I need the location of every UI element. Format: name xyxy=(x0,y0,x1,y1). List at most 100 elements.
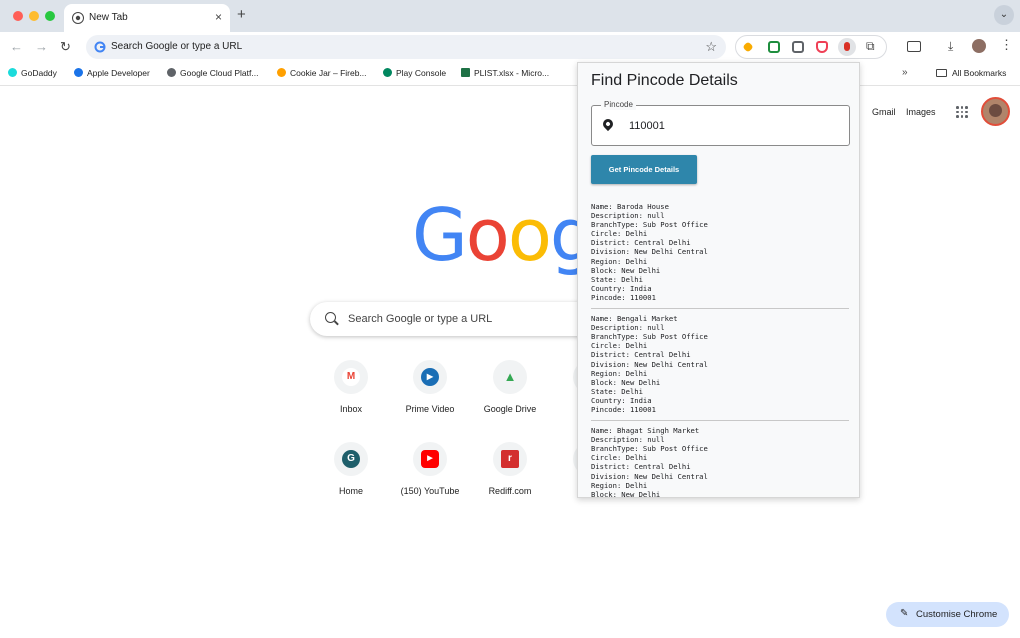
get-pincode-details-button[interactable]: Get Pincode Details xyxy=(591,155,697,184)
tab-close-icon[interactable]: × xyxy=(215,10,222,24)
rediff-icon: r xyxy=(501,450,519,468)
minimize-window-button[interactable] xyxy=(29,11,39,21)
reload-icon[interactable]: ↻ xyxy=(60,39,71,55)
tile-circle: ▲ xyxy=(493,360,527,394)
folder-icon xyxy=(936,69,947,77)
tile-circle: r xyxy=(493,442,527,476)
more-bookmarks-icon[interactable]: » xyxy=(902,67,908,78)
prime-video-icon: ▶ xyxy=(421,368,439,386)
result-line: Block: New Delhi xyxy=(591,489,661,498)
customise-label: Customise Chrome xyxy=(916,609,998,620)
result-line: District: Central Delhi xyxy=(591,238,691,248)
tile-circle: G xyxy=(334,442,368,476)
shortcut-home[interactable]: G Home xyxy=(311,442,391,496)
bookmark-star-icon[interactable]: ☆ xyxy=(705,39,717,55)
bookmark-item[interactable]: Google Cloud Platf... xyxy=(167,68,258,79)
result-line: Description: null xyxy=(591,323,665,333)
pincode-popup: Find Pincode Details Pincode 110001 Get … xyxy=(577,62,860,498)
tile-circle: ▶ xyxy=(413,360,447,394)
result-line: Circle: Delhi xyxy=(591,341,648,351)
apple-developer-icon xyxy=(74,68,83,77)
images-link[interactable]: Images xyxy=(906,107,936,117)
result-line: Pincode: 110001 xyxy=(591,404,656,414)
tab-search-icon[interactable]: ⌄ xyxy=(994,5,1014,25)
search-icon xyxy=(325,312,336,323)
omnibox[interactable]: Search Google or type a URL ☆ xyxy=(86,35,726,59)
result-line: Region: Delhi xyxy=(591,368,648,378)
shortcut-prime-video[interactable]: ▶ Prime Video xyxy=(390,360,470,414)
forward-icon[interactable]: → xyxy=(35,39,48,55)
shortcut-label: Rediff.com xyxy=(488,486,532,496)
bookmark-item[interactable]: Cookie Jar – Fireb... xyxy=(277,68,367,79)
result-line: Name: Bhagat Singh Market xyxy=(591,426,700,436)
gmail-icon: M xyxy=(342,368,360,386)
result-line: Block: New Delhi xyxy=(591,377,661,387)
bookmark-item[interactable]: GoDaddy xyxy=(8,68,57,79)
tab-new-tab[interactable]: New Tab × xyxy=(64,4,230,32)
pincode-input[interactable]: 110001 xyxy=(629,120,665,132)
result-line: Region: Delhi xyxy=(591,256,648,266)
tile-circle: M xyxy=(334,360,368,394)
result-line: Description: null xyxy=(591,211,665,221)
tab-strip: New Tab × + ⌄ xyxy=(0,0,1020,32)
customise-chrome-button[interactable]: ✎ Customise Chrome xyxy=(886,602,1009,627)
side-panel-icon[interactable] xyxy=(907,41,921,52)
bookmarks-bar: GoDaddy Apple Developer Google Cloud Pla… xyxy=(0,62,1020,86)
shortcut-label: Home xyxy=(338,486,363,496)
gmail-link[interactable]: Gmail xyxy=(872,107,896,117)
menu-dots-icon[interactable]: ⋮ xyxy=(1000,38,1013,52)
shortcut-inbox[interactable]: M Inbox xyxy=(311,360,391,414)
result-line: State: Delhi xyxy=(591,274,643,284)
google-logo-g: G xyxy=(412,193,468,277)
back-icon[interactable]: ← xyxy=(10,39,23,55)
result-line: BranchType: Sub Post Office xyxy=(591,444,708,454)
shortcut-label: Google Drive xyxy=(483,404,537,414)
shortcut-youtube[interactable]: ▶ (150) YouTube xyxy=(390,442,470,496)
extension-bookmark-icon[interactable] xyxy=(768,41,780,53)
search-placeholder: Search Google or type a URL xyxy=(348,313,493,325)
result-line: Division: New Delhi Central xyxy=(591,247,708,257)
maximize-window-button[interactable] xyxy=(45,11,55,21)
drive-icon: ▲ xyxy=(503,369,517,384)
results-list: Name: Baroda House Description: null Bra… xyxy=(591,202,849,498)
pincode-extension-icon[interactable] xyxy=(838,38,856,56)
chrome-icon xyxy=(72,12,84,24)
shortcut-google-drive[interactable]: ▲ Google Drive xyxy=(470,360,550,414)
result-line: Division: New Delhi Central xyxy=(591,471,708,481)
result-block: Name: Baroda House Description: null Bra… xyxy=(591,202,849,310)
home-g-icon: G xyxy=(342,450,360,468)
new-tab-button[interactable]: + xyxy=(237,6,246,24)
all-bookmarks-button[interactable]: All Bookmarks xyxy=(936,68,1006,78)
result-line: Pincode: 110001 xyxy=(591,292,656,302)
excel-icon xyxy=(461,68,470,77)
result-line: Division: New Delhi Central xyxy=(591,359,708,369)
google-logo-o1: o xyxy=(465,193,510,277)
godaddy-icon xyxy=(8,68,17,77)
pocket-icon[interactable] xyxy=(816,41,828,53)
shortcut-rediff[interactable]: r Rediff.com xyxy=(470,442,550,496)
toolbar: ← → ↻ Search Google or type a URL ☆ ⧉ xyxy=(0,32,1020,62)
extension-screen-icon[interactable] xyxy=(792,41,804,53)
bookmark-item[interactable]: Play Console xyxy=(383,68,446,79)
profile-avatar[interactable] xyxy=(981,97,1010,126)
pencil-icon: ✎ xyxy=(900,608,909,619)
result-line: Block: New Delhi xyxy=(591,265,661,275)
avatar[interactable] xyxy=(972,39,986,53)
omnibox-text: Search Google or type a URL xyxy=(111,41,243,52)
result-line: Region: Delhi xyxy=(591,480,648,490)
extension-pen-icon[interactable] xyxy=(742,41,754,53)
result-block: Name: Bengali Market Description: null B… xyxy=(591,314,849,422)
close-window-button[interactable] xyxy=(13,11,23,21)
google-logo-o2: o xyxy=(507,193,552,277)
result-line: District: Central Delhi xyxy=(591,462,691,472)
result-line: Circle: Delhi xyxy=(591,453,648,463)
download-icon[interactable]: ⤓ xyxy=(948,39,953,54)
bookmark-item[interactable]: PLIST.xlsx - Micro... xyxy=(461,68,549,79)
puzzle-icon[interactable]: ⧉ xyxy=(866,40,875,52)
result-line: District: Central Delhi xyxy=(591,350,691,360)
google-apps-icon[interactable] xyxy=(956,106,968,118)
result-line: BranchType: Sub Post Office xyxy=(591,220,708,230)
bookmark-item[interactable]: Apple Developer xyxy=(74,68,150,79)
pincode-field[interactable]: Pincode 110001 xyxy=(591,100,850,146)
play-console-icon xyxy=(383,68,392,77)
